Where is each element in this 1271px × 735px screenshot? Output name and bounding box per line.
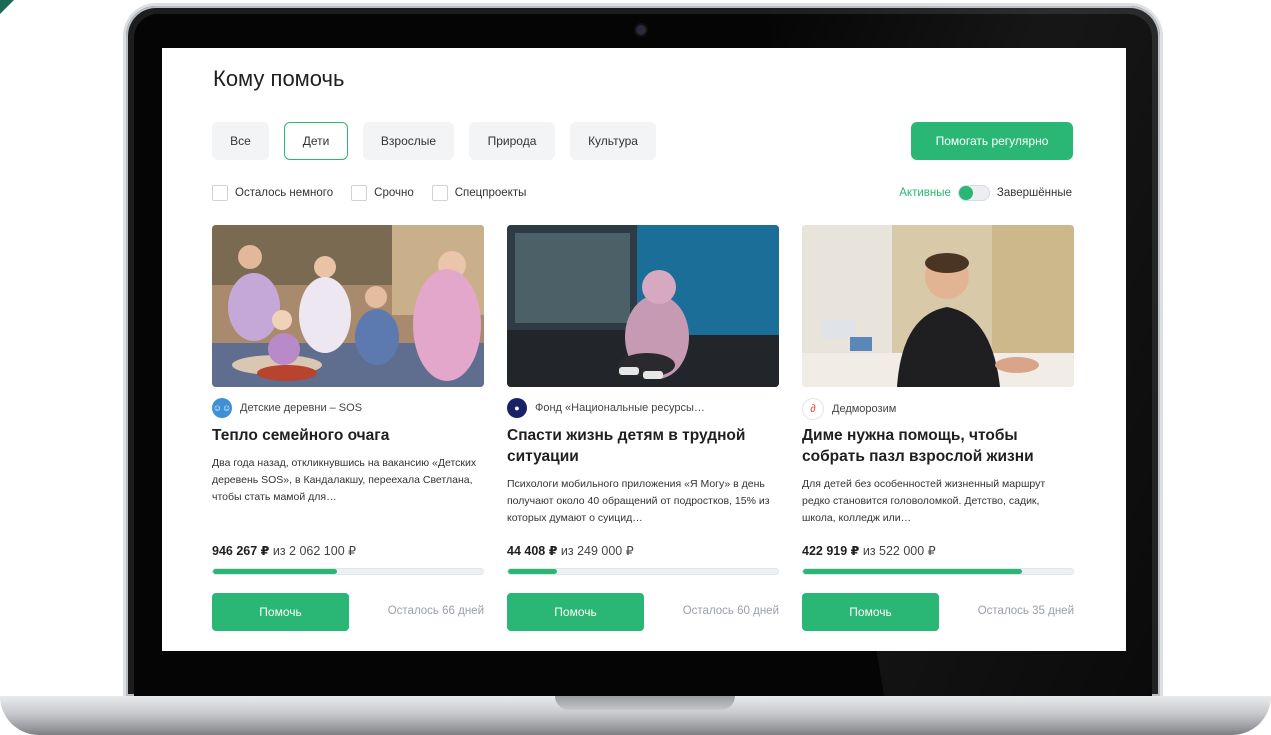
card-description: Два года назад, откликнувшись на ваканси…: [212, 457, 477, 503]
category-tabs: Все Дети Взрослые Природа Культура: [212, 122, 656, 160]
filter-label: Осталось немного: [235, 187, 334, 199]
card-title[interactable]: Спасти жизнь детям в трудной ситуации: [507, 425, 779, 467]
status-switch[interactable]: [957, 185, 990, 201]
amount-goal: из 522 000 ₽: [862, 544, 936, 558]
status-active-label[interactable]: Активные: [899, 187, 951, 199]
project-card: ∂ Дедморозим Диме нужна помощь, чтобы со…: [802, 225, 1074, 635]
tab-adults[interactable]: Взрослые: [363, 122, 454, 160]
card-title[interactable]: Диме нужна помощь, чтобы собрать пазл вз…: [802, 425, 1074, 467]
tab-all[interactable]: Все: [212, 122, 269, 160]
org[interactable]: ☺☺ Детские деревни – SOS: [212, 398, 362, 418]
status-toggle: Активные Завершённые: [899, 185, 1072, 201]
help-regularly-button[interactable]: Помогать регулярно: [911, 122, 1073, 160]
dedmorozim-logo-icon: ∂: [802, 398, 824, 420]
card-image[interactable]: [212, 225, 484, 387]
org-name: Детские деревни – SOS: [240, 402, 363, 414]
amount-raised: 44 408 ₽: [507, 544, 558, 558]
tab-culture[interactable]: Культура: [570, 122, 656, 160]
card-image[interactable]: [802, 225, 1074, 387]
project-card: ☺☺ Детские деревни – SOS Тепло семейного…: [212, 225, 484, 635]
sos-logo-icon: ☺☺: [212, 398, 232, 418]
help-button[interactable]: Помочь: [802, 593, 939, 631]
progress-bar: [507, 568, 779, 575]
amount-raised: 422 919 ₽: [802, 544, 860, 558]
tab-nature[interactable]: Природа: [469, 122, 555, 160]
checkbox[interactable]: [431, 185, 448, 201]
progress-bar: [802, 568, 1074, 575]
progress-fill: [508, 569, 557, 574]
org[interactable]: ● Фонд «Национальные ресурсы…: [507, 398, 705, 418]
progress-bar: [212, 568, 484, 575]
filter-urgent[interactable]: Срочно: [351, 185, 414, 201]
switch-knob: [958, 186, 973, 200]
help-button[interactable]: Помочь: [212, 593, 349, 631]
page-title: Кому помочь: [213, 66, 345, 91]
amount-goal: из 249 000 ₽: [560, 544, 634, 558]
days-left: Осталось 60 дней: [682, 605, 779, 617]
filter-label: Спецпроекты: [454, 187, 527, 199]
filter-special-projects[interactable]: Спецпроекты: [431, 185, 527, 201]
card-title[interactable]: Тепло семейного очага: [212, 425, 484, 446]
laptop-base-notch: [555, 696, 735, 710]
filter-almost-done[interactable]: Осталось немного: [212, 185, 333, 201]
card-image[interactable]: [507, 225, 779, 387]
org-name: Фонд «Национальные ресурсы…: [535, 402, 705, 414]
amount-goal: из 2 062 100 ₽: [272, 544, 357, 558]
org-name: Дедморозим: [832, 403, 897, 415]
project-card: ● Фонд «Национальные ресурсы… Спасти жиз…: [507, 225, 779, 635]
filter-label: Срочно: [374, 187, 414, 199]
status-completed-label[interactable]: Завершённые: [997, 187, 1072, 199]
days-left: Осталось 66 дней: [387, 605, 484, 617]
screen: Кому помочь Все Дети Взрослые Природа Ку…: [162, 48, 1126, 651]
yamogu-logo-icon: ●: [507, 398, 527, 418]
days-left: Осталось 35 дней: [977, 605, 1074, 617]
tab-kids[interactable]: Дети: [284, 122, 348, 160]
amount: 946 267 ₽ из 2 062 100 ₽: [212, 543, 356, 558]
card-description: Для детей без особенностей жизненный мар…: [802, 478, 1046, 524]
corner-accent: [0, 0, 14, 14]
filters: Осталось немного Срочно Спецпроекты: [212, 185, 536, 201]
checkbox[interactable]: [351, 185, 368, 201]
help-button[interactable]: Помочь: [507, 593, 644, 631]
progress-fill: [213, 569, 338, 574]
card-description: Психологи мобильного приложения «Я Могу»…: [507, 478, 770, 524]
org[interactable]: ∂ Дедморозим: [802, 398, 896, 420]
amount: 44 408 ₽ из 249 000 ₽: [507, 543, 634, 558]
checkbox[interactable]: [212, 185, 228, 201]
amount-raised: 946 267 ₽: [212, 544, 270, 558]
progress-fill: [803, 569, 1022, 574]
amount: 422 919 ₽ из 522 000 ₽: [802, 543, 936, 558]
camera-icon: [636, 25, 646, 35]
